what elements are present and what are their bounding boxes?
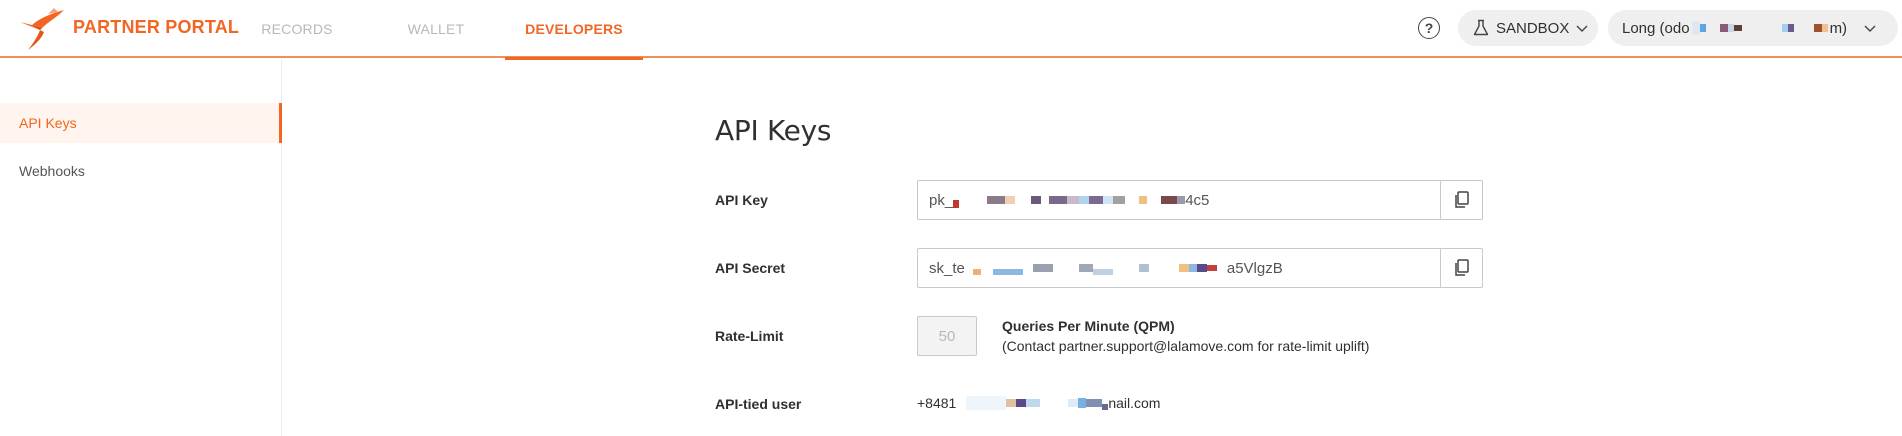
account-name-suffix: m): [1829, 19, 1848, 37]
api-user-suffix: nail.com: [1108, 395, 1161, 411]
account-dropdown[interactable]: Long (odo m): [1608, 10, 1898, 46]
top-navbar: PARTNER PORTAL RECORDS WALLET DEVELOPERS…: [0, 0, 1902, 60]
api-user-prefix: +8481: [917, 395, 957, 411]
api-secret-field[interactable]: sk_te a5VlgzB: [917, 248, 1483, 288]
api-secret-suffix: a5VlgzB: [1226, 259, 1283, 277]
api-key-suffix: 4c5: [1185, 191, 1210, 209]
brand-title: PARTNER PORTAL: [73, 17, 240, 37]
api-key-label: API Key: [715, 192, 768, 208]
rate-limit-note: (Contact partner.support@lalamove.com fo…: [1002, 338, 1370, 354]
chevron-down-icon: [1864, 25, 1876, 32]
api-user-value: +8481 nail.com: [917, 395, 1160, 411]
copy-api-secret-button[interactable]: [1440, 249, 1482, 287]
chevron-down-icon: [1576, 25, 1588, 32]
page-title: API Keys: [715, 114, 832, 147]
rate-limit-label: Rate-Limit: [715, 328, 784, 344]
api-key-field[interactable]: pk_ 4c5: [917, 180, 1483, 220]
redacted-block: [972, 261, 1227, 275]
api-key-prefix: pk_: [929, 191, 954, 209]
api-key-value: pk_ 4c5: [918, 192, 1440, 209]
rate-limit-unit: Queries Per Minute (QPM): [1002, 318, 1175, 334]
help-icon[interactable]: ?: [1418, 17, 1440, 39]
redacted-block: [966, 396, 1109, 410]
environment-dropdown[interactable]: SANDBOX: [1458, 10, 1598, 46]
account-name-prefix: Long (odo: [1622, 19, 1690, 37]
hummingbird-logo-icon[interactable]: [18, 6, 66, 52]
sidebar-item-api-keys[interactable]: API Keys: [0, 103, 282, 143]
copy-icon: [1454, 259, 1469, 276]
api-secret-prefix: sk_te: [929, 259, 965, 277]
flask-icon: [1473, 19, 1489, 36]
api-secret-value: sk_te a5VlgzB: [918, 260, 1440, 277]
api-secret-label: API Secret: [715, 260, 786, 276]
environment-label: SANDBOX: [1496, 19, 1570, 37]
sidebar: API Keys Webhooks: [0, 60, 282, 436]
redacted-block: [1691, 21, 1828, 35]
tab-wallet[interactable]: WALLET: [388, 0, 484, 58]
copy-icon: [1454, 191, 1469, 208]
copy-api-key-button[interactable]: [1440, 181, 1482, 219]
tab-developers[interactable]: DEVELOPERS: [505, 0, 643, 60]
rate-limit-input: 50: [917, 316, 977, 356]
api-user-label: API-tied user: [715, 396, 802, 412]
tab-records[interactable]: RECORDS: [248, 0, 346, 58]
sidebar-item-webhooks[interactable]: Webhooks: [0, 151, 282, 191]
redacted-block: [953, 192, 1186, 208]
